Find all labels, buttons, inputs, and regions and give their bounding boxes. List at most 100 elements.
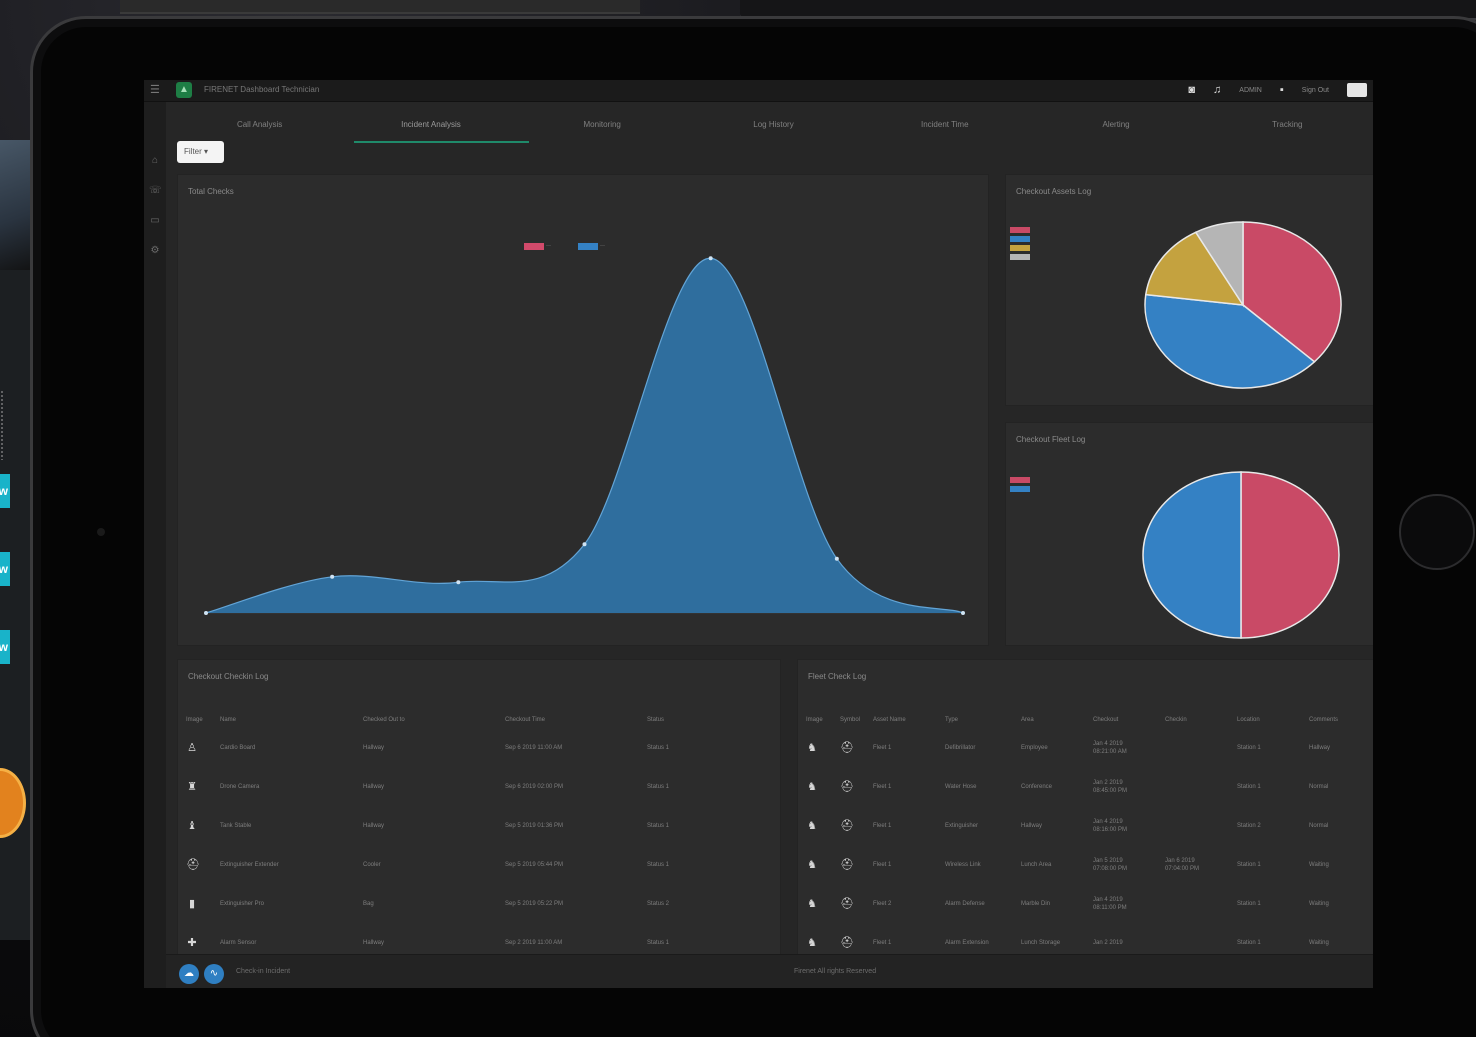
- cloud-icon[interactable]: ☁: [179, 964, 199, 984]
- total-checks-panel: Total Checks — —: [178, 175, 988, 645]
- table-cell: Lunch Area: [1021, 861, 1052, 868]
- tab-bar: Call Analysis Incident Analysis Monitori…: [174, 102, 1373, 144]
- table-row[interactable]: ♝ Tank Stable Hallway Sep 5 2019 01:36 PM St…: [186, 806, 757, 845]
- table-cell: Sep 5 2019 01:36 PM: [505, 822, 564, 829]
- top-bar: ☰ ▲ FIRENET Dashboard Technician ◙ ♫ ADM…: [144, 80, 1373, 102]
- row-image-cell: ✚: [186, 923, 220, 954]
- table-cell: Extinguisher Extender: [220, 861, 279, 868]
- table-cell: Hallway: [363, 939, 385, 946]
- helmet-icon: ⛑: [840, 897, 854, 910]
- menu-icon[interactable]: ☰: [150, 83, 160, 96]
- settings-icon[interactable]: ⚙: [149, 245, 161, 257]
- table-cell: Status 1: [647, 822, 670, 829]
- helmet-icon: ⛑: [840, 858, 854, 871]
- toggle-pill[interactable]: [1347, 83, 1367, 97]
- helmet-icon: ⛑: [840, 780, 854, 793]
- table-row[interactable]: ⛑ Extinguisher Extender Cooler Sep 5 2019 0…: [186, 845, 757, 884]
- table-cell: Extinguisher Pro: [220, 900, 265, 907]
- column-header: Name: [220, 717, 237, 723]
- monitor-icon[interactable]: ▪: [1280, 84, 1284, 96]
- image-cell: ♞: [806, 845, 840, 884]
- table-cell: Normal: [1309, 822, 1329, 829]
- table-row[interactable]: ♞ ⛑ Fleet 2 Alarm Defense Marble Din Jan 4 20…: [806, 884, 1357, 923]
- document-icon[interactable]: ▭: [149, 215, 161, 227]
- top-bar-actions: ◙ ♫ ADMIN ▪ Sign Out: [1188, 83, 1367, 97]
- symbol-cell: ⛑: [840, 923, 873, 954]
- activity-icon[interactable]: ∿: [204, 964, 224, 984]
- column-header: Image: [806, 717, 823, 723]
- table-row[interactable]: ▮ Extinguisher Pro Bag Sep 5 2019 05:22 PM S…: [186, 884, 757, 923]
- table-cell: Tank Stable: [220, 822, 252, 829]
- notification-bell-icon[interactable]: ♫: [1213, 84, 1221, 96]
- fleet-icon: ♞: [807, 936, 817, 949]
- table-cell: Jan 4 2019 08:21:00 AM: [1093, 740, 1127, 755]
- user-menu[interactable]: ADMIN: [1239, 87, 1262, 94]
- symbol-cell: ⛑: [840, 845, 873, 884]
- row-image-cell: ♜: [186, 767, 220, 806]
- table-cell: Marble Din: [1021, 900, 1051, 907]
- table-cell: Bag: [363, 900, 374, 907]
- table-cell: Status 1: [647, 783, 670, 790]
- table-cell: Jan 5 2019 07:08:00 PM: [1093, 857, 1128, 872]
- table-row[interactable]: ♞ ⛑ Fleet 1 Water Hose Conference Jan 2 2019 0…: [806, 767, 1357, 806]
- background-speaker-grid: [0, 390, 4, 460]
- tab-log-history[interactable]: Log History: [688, 102, 859, 144]
- sign-out-link[interactable]: Sign Out: [1302, 87, 1329, 94]
- table-row[interactable]: ♞ ⛑ Fleet 1 Defibrillator Employee Jan 4 2019…: [806, 728, 1357, 767]
- row-image-cell: ▮: [186, 884, 220, 923]
- image-cell: ♞: [806, 884, 840, 923]
- tab-tracking[interactable]: Tracking: [1202, 102, 1373, 144]
- table-row[interactable]: ♞ ⛑ Fleet 1 Extinguisher Hallway Jan 4 2019 08…: [806, 806, 1357, 845]
- row-image-cell: ♙: [186, 728, 220, 767]
- camera-icon: [97, 528, 105, 536]
- table-cell: Status 1: [647, 861, 670, 868]
- camera-icon[interactable]: ◙: [1188, 84, 1195, 96]
- pie-slice: [1142, 471, 1242, 639]
- scene: View View View ☰ ▲ FIRENET Dashboard Tec…: [0, 0, 1476, 1037]
- background-view-button: View: [0, 474, 10, 508]
- tab-incident-time[interactable]: Incident Time: [859, 102, 1030, 144]
- fleet-icon: ♞: [807, 819, 817, 832]
- assets-pie-chart: [1144, 221, 1342, 389]
- background-device-edge: [120, 0, 640, 14]
- filter-button[interactable]: Filter ▾: [177, 141, 224, 163]
- home-button[interactable]: [1399, 494, 1475, 570]
- table-cell: Fleet 1: [873, 861, 892, 868]
- data-point: [834, 556, 839, 561]
- helmet-icon: ⛑: [186, 858, 200, 871]
- table-cell: Hallway: [1021, 822, 1043, 829]
- filter-label: Filter: [184, 147, 202, 156]
- tab-alerting[interactable]: Alerting: [1030, 102, 1201, 144]
- bottle-icon: ♝: [187, 819, 197, 832]
- tab-monitoring[interactable]: Monitoring: [517, 102, 688, 144]
- app-logo: ▲: [176, 82, 192, 98]
- table-cell: Waiting: [1309, 900, 1329, 907]
- table-row[interactable]: ♜ Drone Camera Hallway Sep 6 2019 02:00 PM S…: [186, 767, 757, 806]
- data-point: [961, 611, 965, 615]
- table-row[interactable]: ♞ ⛑ Fleet 1 Alarm Extension Lunch Storage Jan…: [806, 923, 1357, 954]
- table-row[interactable]: ♞ ⛑ Fleet 1 Wireless Link Lunch Area Jan 5 20…: [806, 845, 1357, 884]
- column-header: Checkout Time: [505, 717, 546, 723]
- table-cell: Station 1: [1237, 744, 1261, 751]
- column-header: Status: [647, 717, 665, 723]
- tab-call-analysis[interactable]: Call Analysis: [174, 102, 345, 144]
- active-tab-indicator: [354, 141, 529, 143]
- table-cell: Extinguisher: [945, 822, 979, 829]
- table-row[interactable]: ✚ Alarm Sensor Hallway Sep 2 2019 11:00 AM S…: [186, 923, 757, 954]
- column-header: Type: [945, 717, 959, 723]
- table-cell: Station 1: [1237, 900, 1261, 907]
- column-header: Checkout: [1093, 717, 1119, 723]
- row-image-cell: ♝: [186, 806, 220, 845]
- phone-icon[interactable]: ☏: [149, 185, 162, 197]
- table-cell: Fleet 1: [873, 939, 892, 946]
- home-icon[interactable]: ⌂: [149, 155, 161, 167]
- image-cell: ♞: [806, 806, 840, 845]
- table-row[interactable]: ♙ Cardio Board Hallway Sep 6 2019 11:00 AM S…: [186, 728, 757, 767]
- background-view-button: View: [0, 552, 10, 586]
- table-cell: Sep 5 2019 05:22 PM: [505, 900, 564, 907]
- tab-incident-analysis[interactable]: Incident Analysis: [345, 102, 516, 144]
- symbol-cell: ⛑: [840, 767, 873, 806]
- table-cell: Hallway: [363, 783, 385, 790]
- person-icon: ♙: [187, 741, 197, 754]
- checkout-checkin-panel: Checkout Checkin Log Image Name Checked Ou…: [178, 660, 780, 954]
